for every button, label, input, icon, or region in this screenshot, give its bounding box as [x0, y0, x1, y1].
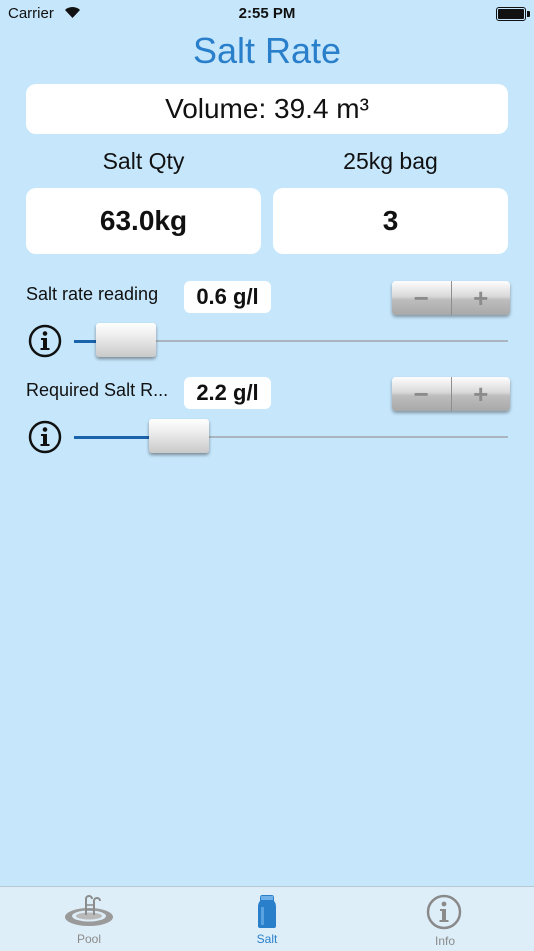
tab-salt-label: Salt	[256, 932, 278, 946]
required-salt-rate-text: 2.2 g/l	[196, 380, 259, 405]
tab-pool[interactable]: Pool	[0, 887, 178, 951]
salt-rate-reading-decrement-button[interactable]: −	[392, 281, 452, 315]
required-salt-rate-value: 2.2 g/l	[184, 377, 271, 409]
status-time: 2:55 PM	[238, 5, 296, 22]
required-salt-rate-slider-thumb[interactable]	[148, 419, 209, 453]
bag-count-text: 3	[382, 205, 399, 236]
salt-rate-reading-slider-thumb[interactable]	[96, 323, 157, 357]
salt-rate-reading-info-icon[interactable]	[28, 324, 62, 358]
bag-label: 25kg bag	[343, 148, 438, 174]
salt-qty-label: Salt Qty	[102, 148, 185, 174]
volume-text: Volume: 39.4 m³	[165, 93, 369, 124]
info-icon	[426, 894, 462, 930]
minus-icon: −	[413, 282, 429, 313]
page-title: Salt Rate	[192, 30, 342, 71]
salt-rate-reading-value: 0.6 g/l	[184, 281, 271, 313]
salt-qty-text: 63.0kg	[99, 205, 188, 236]
battery-icon	[496, 7, 530, 21]
status-bar: Carrier 2:55 PM	[0, 0, 534, 28]
salt-rate-reading-label: Salt rate reading	[26, 284, 159, 304]
salt-qty-value: 63.0kg	[26, 188, 261, 254]
tab-info-label: Info	[434, 934, 455, 948]
bag-count-value: 3	[273, 188, 508, 254]
tab-info[interactable]: Info	[356, 887, 534, 951]
salt-rate-reading-text: 0.6 g/l	[196, 284, 259, 309]
required-salt-rate-stepper: − +	[392, 377, 510, 411]
salt-rate-reading-stepper: − +	[392, 281, 510, 315]
required-salt-rate-label: Required Salt R...	[26, 380, 169, 400]
tab-bar: Pool Salt Info	[0, 886, 534, 951]
salt-rate-reading-increment-button[interactable]: +	[452, 281, 511, 315]
minus-icon: −	[413, 378, 429, 409]
required-salt-rate-decrement-button[interactable]: −	[392, 377, 452, 411]
volume-display: Volume: 39.4 m³	[26, 84, 508, 134]
plus-icon: +	[473, 378, 489, 409]
tab-salt[interactable]: Salt	[178, 887, 356, 951]
required-salt-rate-info-icon[interactable]	[28, 420, 62, 454]
required-salt-rate-increment-button[interactable]: +	[452, 377, 511, 411]
pool-icon	[65, 895, 113, 926]
plus-icon: +	[473, 282, 489, 313]
tab-pool-label: Pool	[76, 932, 102, 946]
salt-shaker-icon	[258, 895, 276, 928]
